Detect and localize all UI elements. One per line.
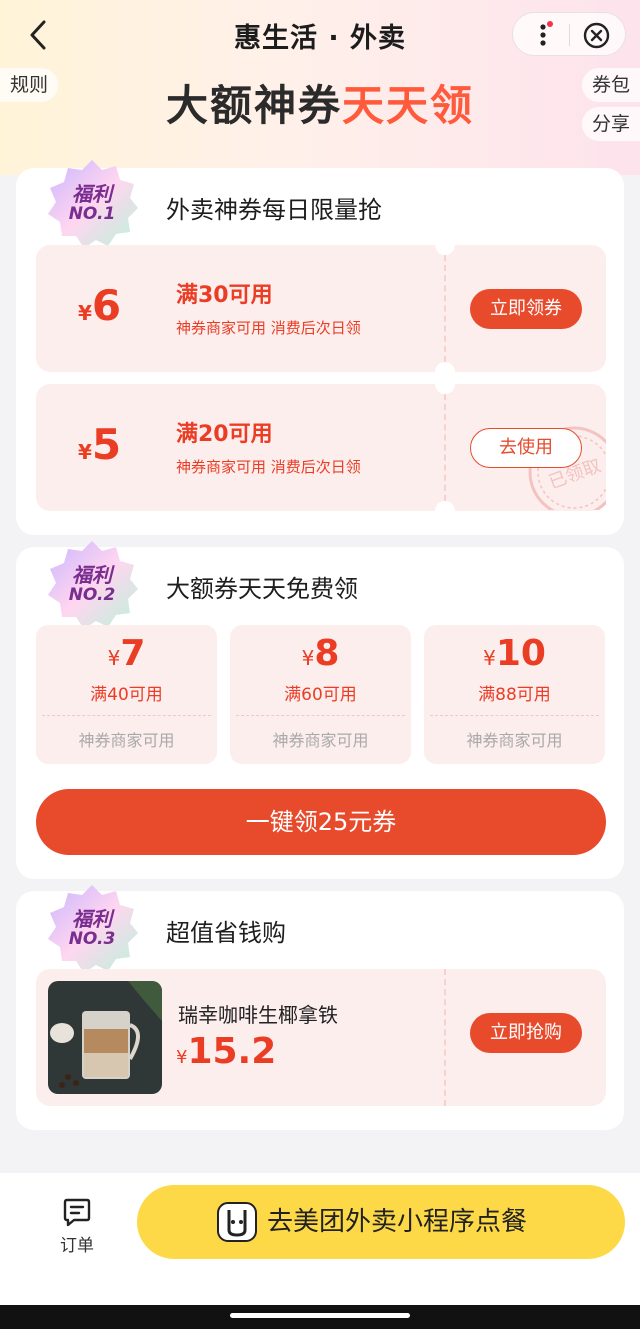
claim-all-button[interactable]: 一键领25元券	[36, 789, 606, 855]
badge-label-top: 福利	[72, 563, 112, 587]
section-title: 超值省钱购	[166, 919, 286, 947]
coupon-description: 神券商家可用	[272, 731, 369, 750]
coupon-description: 神券商家可用	[466, 731, 563, 750]
coupon-condition: 满30可用	[176, 283, 273, 308]
badge-label-bottom: NO.1	[68, 204, 116, 224]
mini-program-capsule	[512, 12, 626, 56]
badge-label-top: 福利	[72, 907, 112, 931]
capsule-divider	[569, 24, 570, 46]
coupon-value: 8	[314, 633, 340, 674]
coupon-divider	[444, 245, 446, 372]
coupon-amount: ¥10	[424, 633, 605, 674]
mini-coupon[interactable]: ¥8 满60可用 神券商家可用	[230, 625, 411, 764]
section-title: 大额券天天免费领	[166, 575, 358, 603]
meituan-logo-icon	[217, 1202, 257, 1242]
section-title: 外卖神券每日限量抢	[166, 196, 382, 224]
product-divider	[444, 969, 446, 1106]
banner-title: 大额神券天天领	[0, 72, 640, 133]
orders-tab[interactable]: 订单	[40, 1231, 114, 1256]
coupon-divider	[42, 715, 211, 716]
product-name: 瑞幸咖啡生椰拿铁	[178, 1003, 338, 1027]
coupon-amount: ¥5	[78, 420, 121, 469]
badge-label-bottom: NO.3	[68, 929, 116, 949]
product-card[interactable]: 瑞幸咖啡生椰拿铁 ¥15.2 立即抢购	[36, 969, 606, 1106]
coupon-value: 10	[495, 633, 546, 674]
buy-now-button[interactable]: 立即抢购	[470, 1013, 582, 1053]
mini-coupon[interactable]: ¥10 满88可用 神券商家可用	[424, 625, 605, 764]
coupon-amount: ¥6	[78, 281, 121, 330]
coupon-divider	[236, 715, 405, 716]
mini-coupon[interactable]: ¥7 满40可用 神券商家可用	[36, 625, 217, 764]
coupon-condition: 满40可用	[90, 685, 163, 705]
section-badge: 福利 NO.2	[44, 537, 140, 633]
coupon-description: 神券商家可用	[78, 731, 175, 750]
meituan-button-label: 去美团外卖小程序点餐	[267, 1207, 528, 1237]
home-indicator	[0, 1305, 640, 1329]
bottom-bar: 订单 去美团外卖小程序点餐	[0, 1173, 640, 1329]
product-price: ¥15.2	[176, 1031, 276, 1072]
coupon-description: 神券商家可用 消费后次日领	[176, 319, 361, 337]
coupon-notch	[435, 235, 455, 255]
coupon-value: 5	[91, 420, 122, 469]
section-free-coupons: 福利 NO.2 大额券天天免费领 ¥7 满40可用 神券商家可用 ¥8 满60可…	[16, 541, 624, 879]
currency-symbol: ¥	[483, 646, 496, 670]
latte-icon	[48, 981, 162, 1094]
home-indicator-pill[interactable]	[230, 1313, 410, 1318]
close-icon[interactable]	[583, 22, 610, 49]
product-image	[48, 981, 162, 1094]
section-deals: 福利 NO.3 超值省钱购 瑞幸咖啡生椰拿铁 ¥15.2 立即抢购	[16, 885, 624, 1130]
currency-symbol: ¥	[301, 646, 315, 670]
hero-banner: 惠生活 · 外卖 规则 券包 分享 大额神券天天领	[0, 0, 640, 175]
coupon-divider	[444, 384, 446, 511]
section-badge: 福利 NO.3	[44, 881, 140, 977]
claim-coupon-button[interactable]: 立即领券	[470, 289, 582, 329]
coupon-divider	[430, 715, 599, 716]
section-badge: 福利 NO.1	[44, 156, 140, 252]
banner-title-part1: 大额神券	[165, 81, 342, 130]
coupon-card: ¥5 满20可用 神券商家可用 消费后次日领 已领取 去使用	[36, 374, 606, 521]
more-icon[interactable]	[535, 21, 555, 49]
currency-symbol: ¥	[78, 301, 92, 325]
coupon-notch	[435, 501, 455, 521]
order-icon[interactable]	[62, 1197, 92, 1227]
coupon-amount: ¥7	[36, 633, 217, 674]
coupon-description: 神券商家可用 消费后次日领	[176, 458, 361, 476]
currency-symbol: ¥	[107, 646, 121, 670]
badge-label-bottom: NO.2	[68, 585, 116, 605]
coupon-condition: 满20可用	[176, 422, 273, 447]
coupon-condition: 满88可用	[478, 685, 551, 705]
coupon-condition: 满60可用	[284, 685, 357, 705]
coupon-value: 6	[91, 281, 122, 330]
currency-symbol: ¥	[78, 440, 92, 464]
section-daily-coupons: 福利 NO.1 外卖神券每日限量抢 ¥6 满30可用 神券商家可用 消费后次日领…	[16, 160, 624, 535]
meituan-miniprogram-button[interactable]: 去美团外卖小程序点餐	[137, 1185, 625, 1259]
coupon-notch	[435, 374, 455, 394]
badge-label-top: 福利	[72, 182, 112, 206]
coupon-amount: ¥8	[230, 633, 411, 674]
coupon-card: ¥6 满30可用 神券商家可用 消费后次日领 立即领券	[36, 235, 606, 382]
currency-symbol: ¥	[176, 1047, 188, 1068]
banner-title-part2: 天天领	[342, 81, 475, 130]
coupon-value: 7	[120, 633, 146, 674]
use-coupon-button[interactable]: 去使用	[470, 428, 582, 468]
price-value: 15.2	[187, 1031, 277, 1072]
